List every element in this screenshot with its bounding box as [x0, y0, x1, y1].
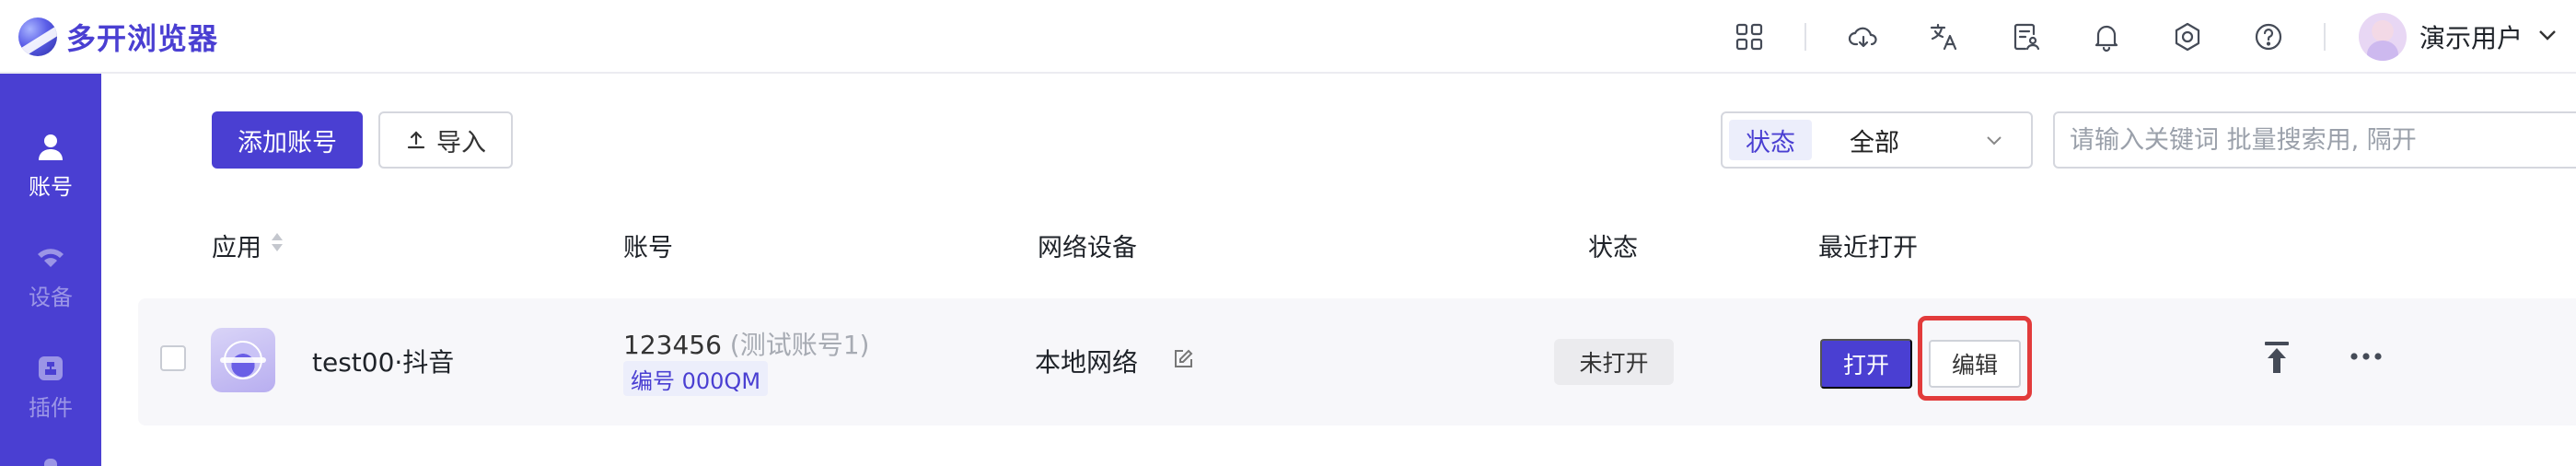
- plugin-icon: [39, 355, 63, 380]
- table-row[interactable]: [138, 298, 2576, 425]
- header-divider: [2324, 23, 2326, 51]
- pin-to-top-icon[interactable]: [2260, 339, 2293, 376]
- column-header-last-open: 最近打开: [1818, 227, 1918, 263]
- account-cell: 123456 (测试账号1): [623, 325, 869, 362]
- app-name-cell: test00·抖音: [312, 347, 455, 378]
- add-account-button[interactable]: 添加账号: [212, 111, 363, 169]
- open-button[interactable]: 打开: [1820, 339, 1912, 389]
- network-cell: 本地网络: [1035, 347, 1139, 378]
- user-icon: [39, 134, 63, 160]
- search-input[interactable]: [2053, 111, 2576, 169]
- sidebar-item-devices[interactable]: 设备: [0, 230, 101, 322]
- apps-grid-icon[interactable]: [1729, 17, 1770, 57]
- sidebar-item-label: 设备: [29, 284, 73, 310]
- chevron-down-icon[interactable]: [2535, 23, 2559, 51]
- help-icon[interactable]: [2248, 17, 2289, 57]
- chevron-down-icon: [1982, 128, 2006, 156]
- account-note: (测试账号1): [729, 330, 870, 360]
- column-header-account: 账号: [623, 227, 673, 263]
- column-header-label: 网络设备: [1038, 233, 1137, 262]
- edit-button[interactable]: 编辑: [1929, 340, 2021, 388]
- user-name: 演示用户: [2419, 23, 2524, 53]
- column-header-network: 网络设备: [1038, 227, 1137, 263]
- upload-icon: [407, 131, 425, 149]
- column-header-label: 最近打开: [1818, 233, 1918, 262]
- column-header-label: 账号: [623, 233, 673, 262]
- contacts-doc-icon[interactable]: [2005, 17, 2046, 57]
- header-toolbar: [1685, 0, 2326, 74]
- settings-icon[interactable]: [2167, 17, 2208, 57]
- top-bar: 多开浏览器 演示用户: [0, 0, 2576, 74]
- sidebar-partial-icon: [44, 459, 57, 466]
- row-checkbox[interactable]: [160, 345, 186, 371]
- bell-icon[interactable]: [2086, 17, 2127, 57]
- app-logo-icon: [18, 17, 57, 56]
- sidebar-item-more[interactable]: [0, 424, 101, 466]
- more-actions-icon[interactable]: [2346, 343, 2386, 370]
- wifi-icon: [38, 248, 64, 267]
- cloud-sync-icon[interactable]: [1843, 17, 1884, 57]
- sort-icon[interactable]: [269, 229, 285, 262]
- column-header-label: 应用: [212, 233, 261, 262]
- column-header-label: 状态: [1588, 233, 1638, 262]
- sidebar-item-accounts[interactable]: 账号: [0, 120, 101, 212]
- sidebar-item-label: 插件: [29, 394, 73, 421]
- import-button[interactable]: 导入: [378, 111, 513, 169]
- sidebar: 账号 设备 插件: [0, 74, 101, 466]
- column-header-status: 状态: [1588, 227, 1638, 263]
- import-label: 导入: [436, 128, 486, 157]
- brand[interactable]: 多开浏览器: [18, 11, 218, 63]
- sidebar-item-plugins[interactable]: 插件: [0, 341, 101, 433]
- account-id: 123456: [623, 330, 722, 360]
- sidebar-item-label: 账号: [29, 173, 73, 200]
- app-name: 多开浏览器: [66, 21, 219, 56]
- translate-icon[interactable]: [1924, 17, 1965, 57]
- status-filter-value: 全部: [1850, 128, 1899, 157]
- edit-network-icon[interactable]: [1172, 348, 1194, 370]
- serial-badge: 编号 000QM: [623, 361, 769, 396]
- header-divider: [1804, 23, 1806, 51]
- status-filter-label: 状态: [1729, 120, 1812, 160]
- douyin-app-icon: [211, 328, 275, 392]
- status-filter[interactable]: 状态 全部: [1721, 111, 2033, 169]
- column-header-app[interactable]: 应用: [212, 227, 285, 263]
- status-badge: 未打开: [1554, 339, 1674, 385]
- avatar: [2359, 13, 2407, 61]
- user-menu[interactable]: 演示用户: [2359, 9, 2559, 64]
